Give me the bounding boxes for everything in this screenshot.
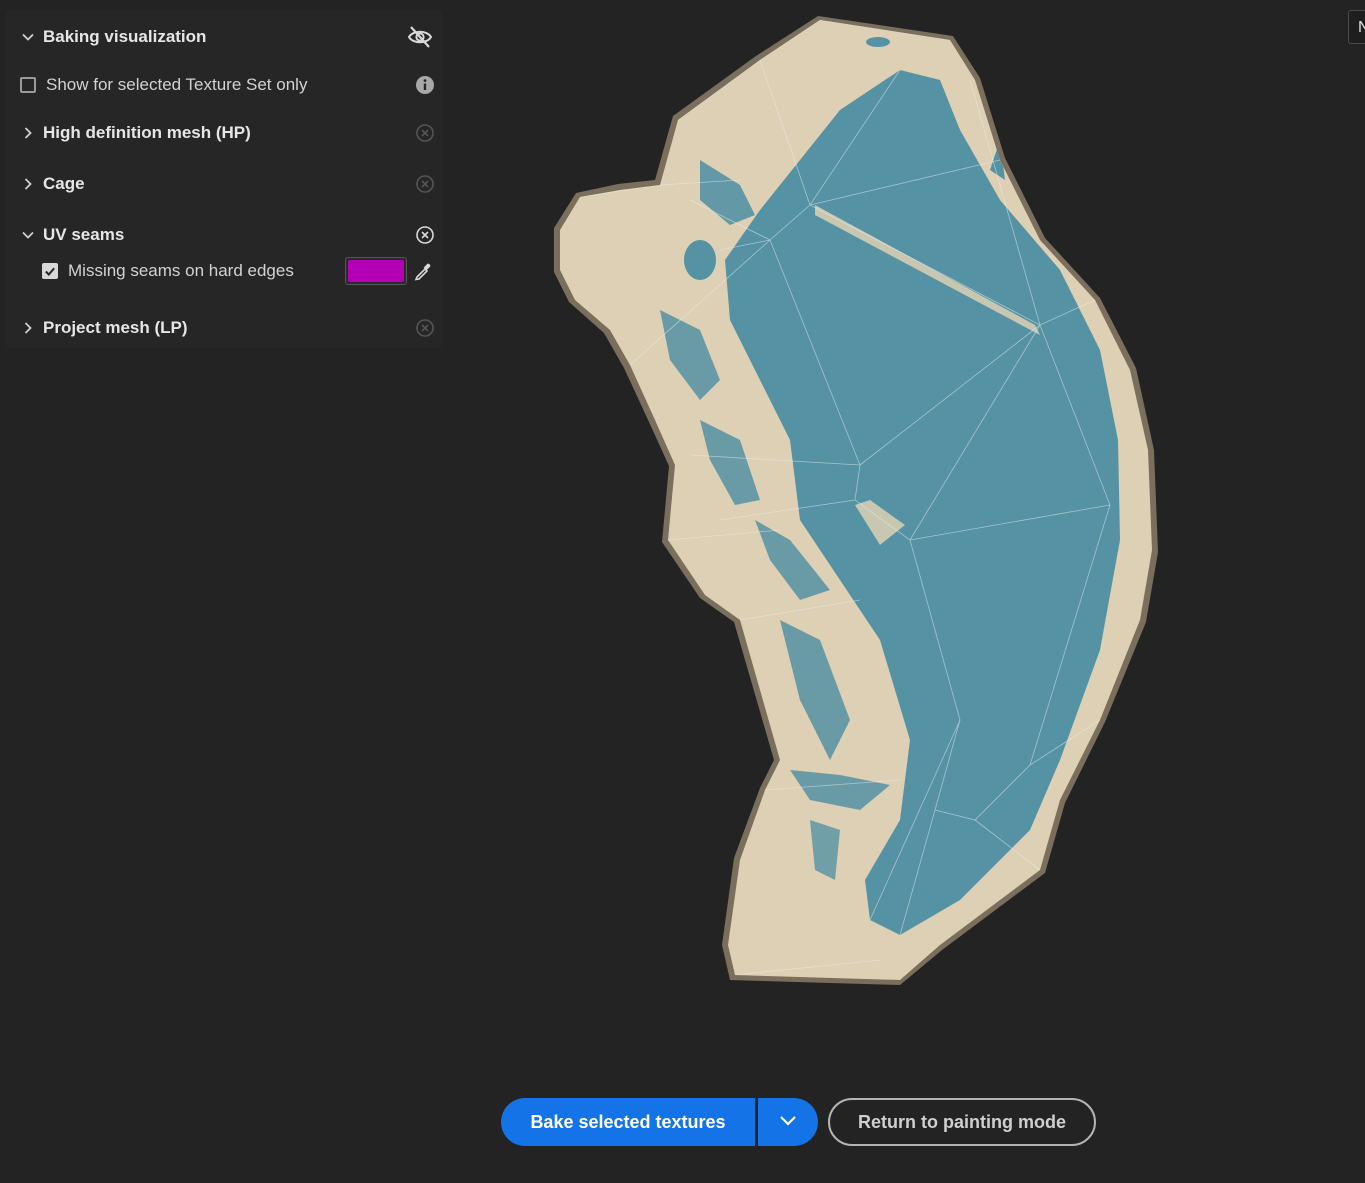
section-cage[interactable]: Cage	[6, 166, 442, 202]
chevron-down-icon	[778, 1110, 798, 1135]
baking-visualization-label: Baking visualization	[43, 27, 207, 46]
bake-button-label: Bake selected textures	[530, 1111, 726, 1132]
baking-visualization-header[interactable]: Baking visualization	[6, 19, 442, 55]
clear-icon[interactable]	[414, 224, 436, 246]
show-selected-only-label: Show for selected Texture Set only	[46, 75, 308, 94]
return-to-painting-mode-button[interactable]: Return to painting mode	[828, 1098, 1096, 1146]
chevron-down-icon[interactable]	[20, 227, 36, 243]
chevron-right-icon[interactable]	[20, 176, 36, 192]
clear-icon[interactable]	[414, 173, 436, 195]
project-mesh-label: Project mesh (LP)	[43, 318, 188, 337]
chevron-down-icon[interactable]	[20, 29, 36, 45]
section-project-mesh[interactable]: Project mesh (LP)	[6, 310, 442, 346]
bake-selected-textures-button[interactable]: Bake selected textures	[501, 1098, 755, 1146]
section-high-definition-mesh[interactable]: High definition mesh (HP)	[6, 115, 442, 151]
chevron-right-icon[interactable]	[20, 320, 36, 336]
missing-seams-checkbox[interactable]	[42, 263, 58, 279]
mesh-patch	[866, 37, 890, 47]
section-uv-seams[interactable]: UV seams	[6, 217, 442, 253]
show-selected-only-row[interactable]: Show for selected Texture Set only	[6, 67, 442, 103]
cage-label: Cage	[43, 174, 85, 193]
clear-icon[interactable]	[414, 317, 436, 339]
bake-options-dropdown-button[interactable]	[758, 1098, 818, 1146]
info-icon[interactable]	[414, 74, 436, 96]
clear-icon[interactable]	[414, 122, 436, 144]
high-definition-mesh-label: High definition mesh (HP)	[43, 123, 251, 142]
seam-color-fill	[348, 260, 404, 282]
uv-seams-label: UV seams	[43, 225, 125, 244]
eye-off-icon[interactable]	[406, 23, 434, 51]
show-selected-only-checkbox[interactable]	[20, 77, 36, 93]
eyedropper-icon[interactable]	[412, 260, 434, 282]
mesh-patch	[684, 240, 716, 280]
seam-color-swatch[interactable]	[345, 257, 407, 285]
3d-viewport[interactable]	[450, 0, 1365, 1080]
baking-panel: Baking visualization Show for selected T…	[6, 10, 442, 348]
mesh-render	[554, 16, 1158, 985]
missing-seams-label: Missing seams on hard edges	[68, 261, 294, 280]
chevron-right-icon[interactable]	[20, 125, 36, 141]
missing-seams-row[interactable]: Missing seams on hard edges	[6, 253, 442, 289]
return-button-label: Return to painting mode	[858, 1111, 1066, 1132]
